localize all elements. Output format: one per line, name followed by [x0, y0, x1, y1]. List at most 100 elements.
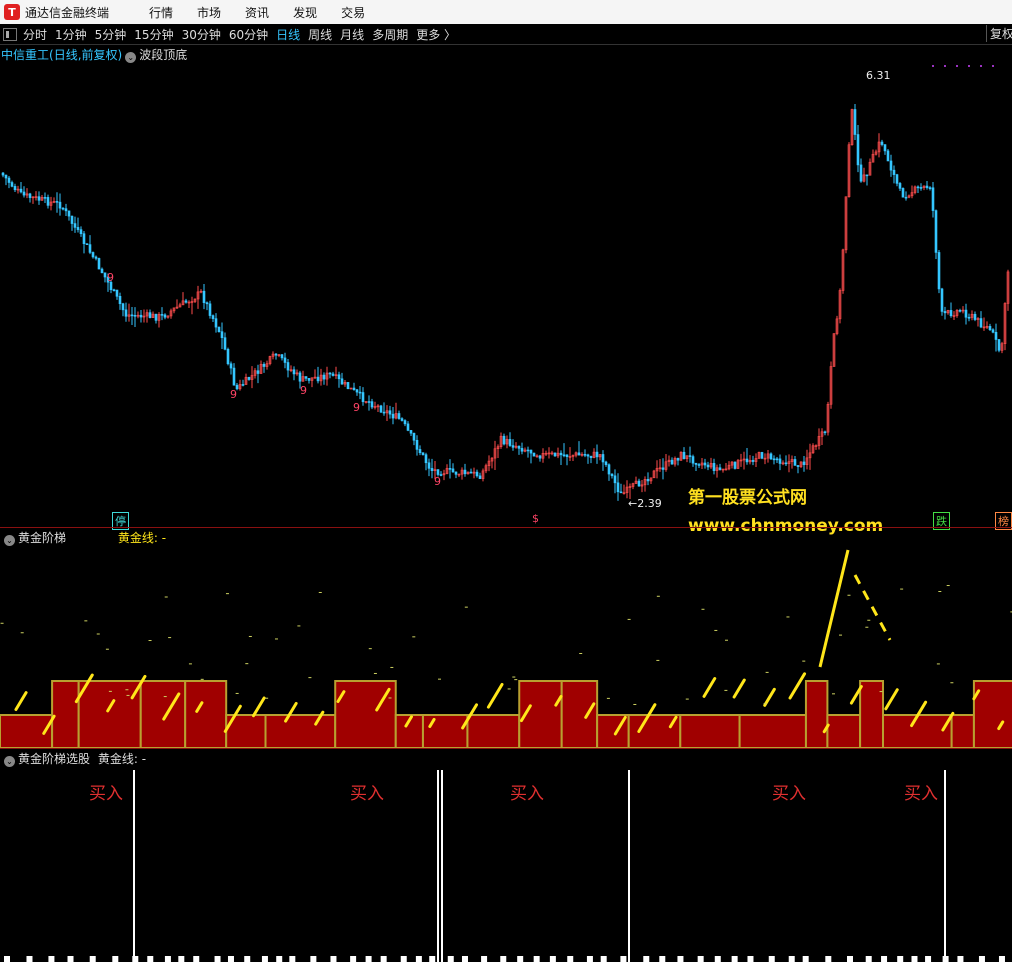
candle-body: [529, 449, 533, 454]
watermark-title: 第一股票公式网: [688, 488, 807, 508]
gold-dot: [412, 636, 416, 638]
candle-body: [130, 314, 134, 317]
menu-item-market[interactable]: 市场: [197, 4, 221, 21]
period-30min[interactable]: 30分钟: [182, 26, 221, 43]
adjust-button[interactable]: 复权: [986, 25, 1012, 42]
ladder-band-segment: [51, 680, 80, 748]
candle-body: [502, 435, 506, 445]
bottom-signal-mark: [147, 956, 154, 962]
gold-line-segment: [884, 688, 899, 711]
bottom-signal-mark: [48, 956, 55, 962]
gold-dot: [867, 619, 871, 621]
gold-line-segment: [763, 687, 776, 707]
candle-body: [352, 387, 356, 390]
gold-dot: [724, 689, 728, 691]
candle-body: [616, 482, 620, 493]
stock-selection-chart[interactable]: [0, 766, 1012, 962]
period-60min[interactable]: 60分钟: [229, 26, 268, 43]
golden-ladder-chart[interactable]: [0, 545, 1012, 748]
candle-body: [226, 348, 230, 365]
candle-body: [205, 302, 209, 305]
gold-dot: [656, 659, 660, 661]
period-multi[interactable]: 多周期: [372, 26, 408, 43]
ladder-band-segment: [679, 714, 741, 748]
bottom-signal-mark: [714, 956, 721, 962]
candle-body: [511, 445, 515, 448]
sidebar-toggle-icon[interactable]: [3, 27, 17, 41]
period-intraday[interactable]: 分时: [23, 26, 47, 43]
bottom-signal-mark: [164, 956, 171, 962]
candle-body: [346, 382, 350, 390]
candle-body: [286, 362, 290, 371]
gold-dot: [235, 692, 239, 694]
gold-dot: [373, 672, 377, 674]
period-toolbar: 分时 1分钟 5分钟 15分钟 30分钟 60分钟 日线 周线 月线 多周期 更…: [0, 24, 1012, 45]
candle-body: [70, 215, 74, 224]
candle-body: [784, 462, 788, 465]
candle-body: [562, 454, 566, 457]
low-price-value: 2.39: [637, 497, 662, 510]
bottom-signal-mark: [429, 956, 436, 962]
title-bar: T 通达信金融终端 行情 市场 资讯 发现 交易: [0, 0, 1012, 24]
candle-body: [124, 309, 128, 317]
candle-body: [22, 191, 26, 196]
period-weekly[interactable]: 周线: [308, 26, 332, 43]
candle-body: [331, 373, 335, 376]
candle-body: [43, 197, 47, 199]
dollar-tag[interactable]: $: [530, 512, 541, 525]
candle-body: [712, 463, 716, 471]
period-more[interactable]: 更多 〉: [416, 26, 456, 43]
gold-dot: [832, 693, 836, 695]
gold-dot: [900, 588, 904, 590]
ladder-band-segment: [184, 680, 228, 748]
candle-body: [88, 244, 92, 253]
gold-dot: [163, 696, 167, 698]
app-logo-icon: T: [4, 4, 20, 20]
candle-body: [232, 367, 236, 386]
candle-body: [865, 174, 869, 177]
candlestick-chart[interactable]: [0, 45, 1012, 527]
gold-dot: [318, 591, 322, 593]
period-15min[interactable]: 15分钟: [134, 26, 173, 43]
candle-body: [427, 462, 431, 469]
candle-body: [400, 418, 404, 421]
candle-body: [577, 452, 581, 456]
candle-body: [904, 196, 908, 199]
candle-body: [61, 207, 65, 210]
candle-body: [772, 458, 776, 461]
period-monthly[interactable]: 月线: [340, 26, 364, 43]
period-daily[interactable]: 日线: [276, 26, 300, 43]
bottom-signal-mark: [4, 956, 10, 962]
peak-marker: [944, 65, 946, 67]
bottom-signal-mark: [461, 956, 468, 962]
gold-dot: [438, 678, 442, 680]
bottom-signal-mark: [178, 956, 185, 962]
bottom-signal-mark: [26, 956, 33, 962]
gold-line-segment: [14, 691, 28, 712]
bottom-signal-mark: [788, 956, 795, 962]
candle-body: [283, 357, 287, 363]
gold-line-spike: [818, 549, 850, 668]
candle-body: [697, 464, 701, 466]
menu-item-trade[interactable]: 交易: [341, 4, 365, 21]
count-mark: 9: [434, 475, 441, 488]
gold-dot: [84, 620, 88, 622]
gold-dot: [188, 663, 192, 665]
gold-dot: [126, 694, 130, 696]
gold-dot: [125, 689, 129, 691]
menu-item-quotes[interactable]: 行情: [149, 4, 173, 21]
bottom-signal-mark: [276, 956, 283, 962]
gold-dot: [714, 629, 718, 631]
gold-line-spike: [853, 574, 892, 641]
ladder-band-segment: [264, 714, 337, 748]
menu-item-discover[interactable]: 发现: [293, 4, 317, 21]
candle-body: [184, 300, 188, 303]
candle-body: [115, 289, 119, 297]
gold-dot: [20, 632, 24, 634]
menu-item-news[interactable]: 资讯: [245, 4, 269, 21]
period-5min[interactable]: 5分钟: [95, 26, 127, 43]
period-1min[interactable]: 1分钟: [55, 26, 87, 43]
candle-body: [97, 258, 101, 270]
candle-body: [895, 174, 899, 184]
bottom-signal-mark: [978, 956, 985, 962]
